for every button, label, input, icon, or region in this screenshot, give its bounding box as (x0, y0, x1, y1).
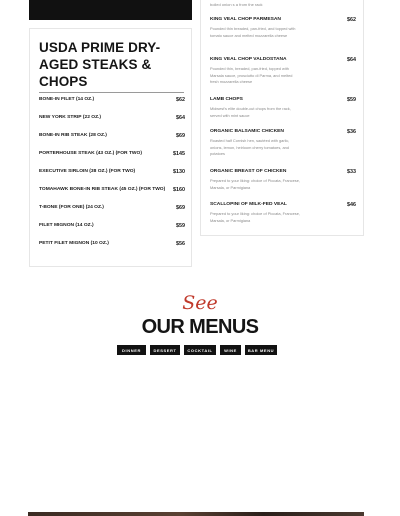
menu-item-name: ORGANIC BREAST OF CHICKEN (210, 169, 287, 174)
menu-item: TOMAHAWK BONE-IN RIB STEAK (45 OZ.) (FOR… (39, 187, 185, 197)
menu-item-price: $59 (347, 97, 356, 103)
steaks-section-title: USDA PRIME DRY-AGED STEAKS & CHOPS (39, 40, 161, 89)
menu-item-name: EXECUTIVE SIRLOIN (38 OZ.) (FOR TWO) (39, 169, 136, 174)
menu-item: FILET MIGNON (14 OZ.) $59 (39, 223, 185, 233)
menu-item: PETIT FILET MIGNON (10 OZ.) $56 (39, 241, 185, 251)
menu-item-price: $69 (176, 133, 185, 139)
menu-item-name: LAMB CHOPS (210, 97, 243, 102)
menu-item-price: $64 (176, 115, 185, 121)
menu-item-name: TOMAHAWK BONE-IN RIB STEAK (45 OZ.) (FOR… (39, 187, 166, 192)
tab-dessert[interactable]: DESSERT (150, 345, 180, 355)
previous-item-description: boiled onion s a from the rack (210, 2, 263, 7)
menu-item-price: $69 (176, 205, 185, 211)
menu-item-name: ORGANIC BALSAMIC CHICKEN (210, 129, 284, 134)
menus-heading: OUR MENUS (141, 316, 259, 338)
menu-item-description: Prepared to your liking: choice of Picca… (210, 211, 300, 223)
menu-item-name: NEW YORK STRIP (22 OZ.) (39, 115, 102, 120)
menu-item-name: T-BONE (FOR ONE) (24 OZ.) (39, 205, 104, 210)
menu-item-description: Pounded thin breaded, pan-fried, and top… (210, 26, 296, 38)
menu-item-name: KING VEAL CHOP VALDOSTANA (210, 57, 287, 62)
title-divider (39, 92, 184, 93)
menu-item-price: $46 (347, 202, 356, 208)
menu-item-price: $56 (176, 241, 185, 247)
tab-wine[interactable]: WINE (220, 345, 241, 355)
menu-item-price: $64 (347, 57, 356, 63)
menu-item: EXECUTIVE SIRLOIN (38 OZ.) (FOR TWO) $13… (39, 169, 185, 179)
menu-item-price: $36 (347, 129, 356, 135)
menu-item-description: Prepared to your liking: choice of Picca… (210, 178, 300, 190)
menu-item-price: $130 (173, 169, 185, 175)
menu-item: PORTERHOUSE STEAK (43 OZ.) (FOR TWO) $14… (39, 151, 185, 161)
menu-item-price: $62 (347, 17, 356, 23)
menu-item-name: PETIT FILET MIGNON (10 OZ.) (39, 241, 109, 246)
menu-item-name: SCALLOPINI OF MILK-FED VEAL (210, 202, 287, 207)
menu-item: BONE-IN RIB STEAK (28 OZ.) $69 (39, 133, 185, 143)
menu-item: NEW YORK STRIP (22 OZ.) $64 (39, 115, 185, 125)
menu-item-price: $59 (176, 223, 185, 229)
menu-item-description: Midwest's elite double-cut chops from th… (210, 106, 291, 118)
script-accent-text: See (182, 292, 218, 314)
menu-item-price: $145 (173, 151, 185, 157)
bottom-photo (28, 512, 364, 516)
menu-item-description: Pounded thin, breaded, pan-fried, topped… (210, 66, 293, 84)
menu-item: T-BONE (FOR ONE) (24 OZ.) $69 (39, 205, 185, 215)
menu-item-name: BONE-IN FILET (14 OZ.) (39, 97, 95, 102)
menu-item-name: PORTERHOUSE STEAK (43 OZ.) (FOR TWO) (39, 151, 142, 156)
tab-cocktail[interactable]: COCKTAIL (184, 345, 216, 355)
top-banner-image (29, 0, 192, 20)
menu-item-name: FILET MIGNON (14 OZ.) (39, 223, 94, 228)
chops-card: boiled onion s a from the rack KING VEAL… (200, 0, 364, 236)
tab-bar-menu[interactable]: BAR MENU (245, 345, 277, 355)
menu-item-price: $33 (347, 169, 356, 175)
menu-item-description: Roasted half Cornish hen, sautéed with g… (210, 138, 290, 156)
menu-item-name: BONE-IN RIB STEAK (28 OZ.) (39, 133, 107, 138)
menu-item-price: $62 (176, 97, 185, 103)
steaks-card: USDA PRIME DRY-AGED STEAKS & CHOPS BONE-… (29, 28, 192, 267)
menu-item-price: $160 (173, 187, 185, 193)
menu-item-name: KING VEAL CHOP PARMESAN (210, 17, 281, 22)
menu-item: BONE-IN FILET (14 OZ.) $62 (39, 97, 185, 107)
tab-dinner[interactable]: DINNER (117, 345, 146, 355)
